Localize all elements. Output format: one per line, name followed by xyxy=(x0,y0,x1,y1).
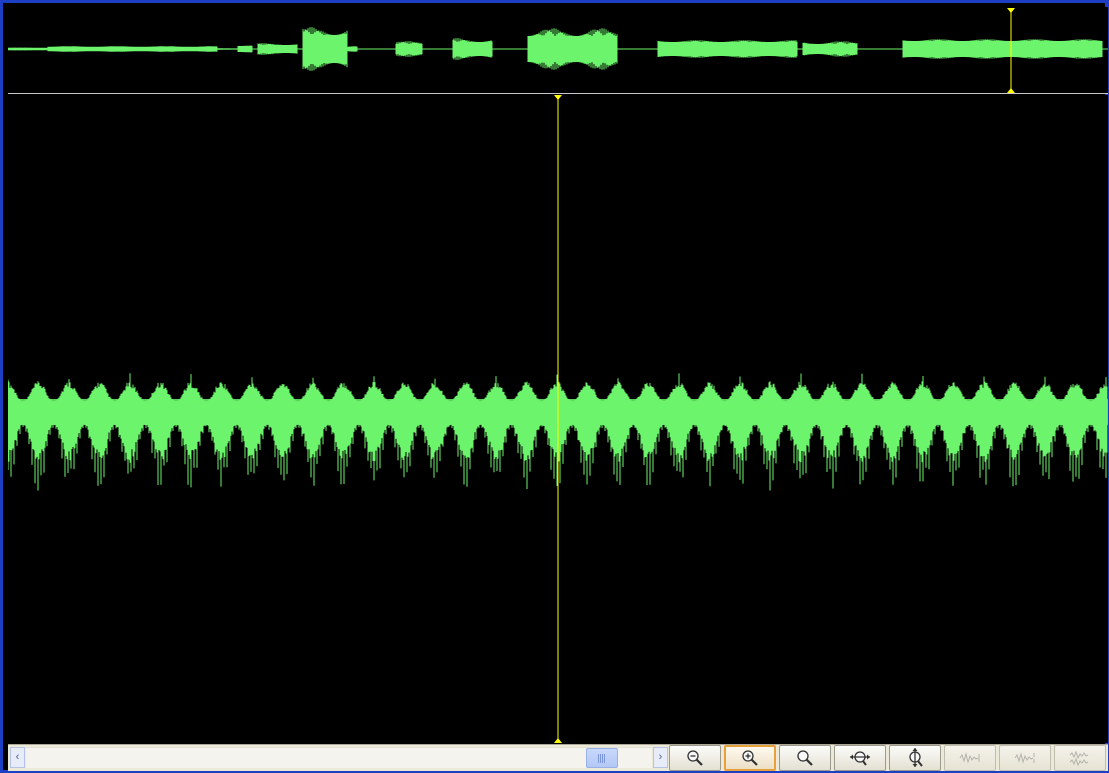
main-waveform xyxy=(8,95,1108,743)
fit-horizontal-button[interactable] xyxy=(834,745,886,771)
waveform-view-3-icon xyxy=(1069,750,1089,766)
scroll-right-button[interactable]: › xyxy=(653,747,668,768)
chevron-right-icon: › xyxy=(658,751,663,763)
playback-cursor-bottom-marker[interactable] xyxy=(554,738,562,743)
chevron-left-icon: ‹ xyxy=(15,751,20,763)
zoom-out-icon xyxy=(687,750,703,766)
zoom-icon xyxy=(797,750,813,766)
overview-cursor-bottom-marker[interactable] xyxy=(1007,88,1015,93)
zoom-in-icon xyxy=(742,750,758,766)
waveform-view-3-button[interactable] xyxy=(1054,745,1106,771)
overview-cursor-top-marker[interactable] xyxy=(1007,8,1015,13)
scroll-left-button[interactable]: ‹ xyxy=(10,747,25,768)
overview-waveform-panel[interactable] xyxy=(8,7,1108,94)
fit-vertical-icon xyxy=(909,748,923,767)
waveform-view-1-icon xyxy=(959,752,980,764)
horizontal-scrollbar-thumb[interactable] xyxy=(586,748,618,768)
overview-envelope-path xyxy=(8,27,1108,71)
waveform-view-1-button[interactable] xyxy=(944,745,996,771)
overview-waveform xyxy=(8,8,1108,93)
overview-wave-envelope xyxy=(8,27,1108,71)
zoom-button[interactable] xyxy=(779,745,831,771)
main-waveform-panel[interactable] xyxy=(8,95,1108,743)
waveform-view-2-icon xyxy=(1014,752,1035,764)
waveform-view-2-button[interactable] xyxy=(999,745,1051,771)
grip-icon xyxy=(598,754,606,763)
horizontal-scrollbar-track[interactable] xyxy=(26,747,652,768)
zoom-out-button[interactable] xyxy=(669,745,721,771)
fit-vertical-button[interactable] xyxy=(889,745,941,771)
bottom-toolbar: ‹ › xyxy=(8,744,1108,771)
playback-cursor-top-marker[interactable] xyxy=(554,95,562,100)
waveform-editor-window: ‹ › xyxy=(0,0,1109,773)
zoom-in-button[interactable] xyxy=(724,745,776,771)
fit-horizontal-icon xyxy=(850,751,870,766)
